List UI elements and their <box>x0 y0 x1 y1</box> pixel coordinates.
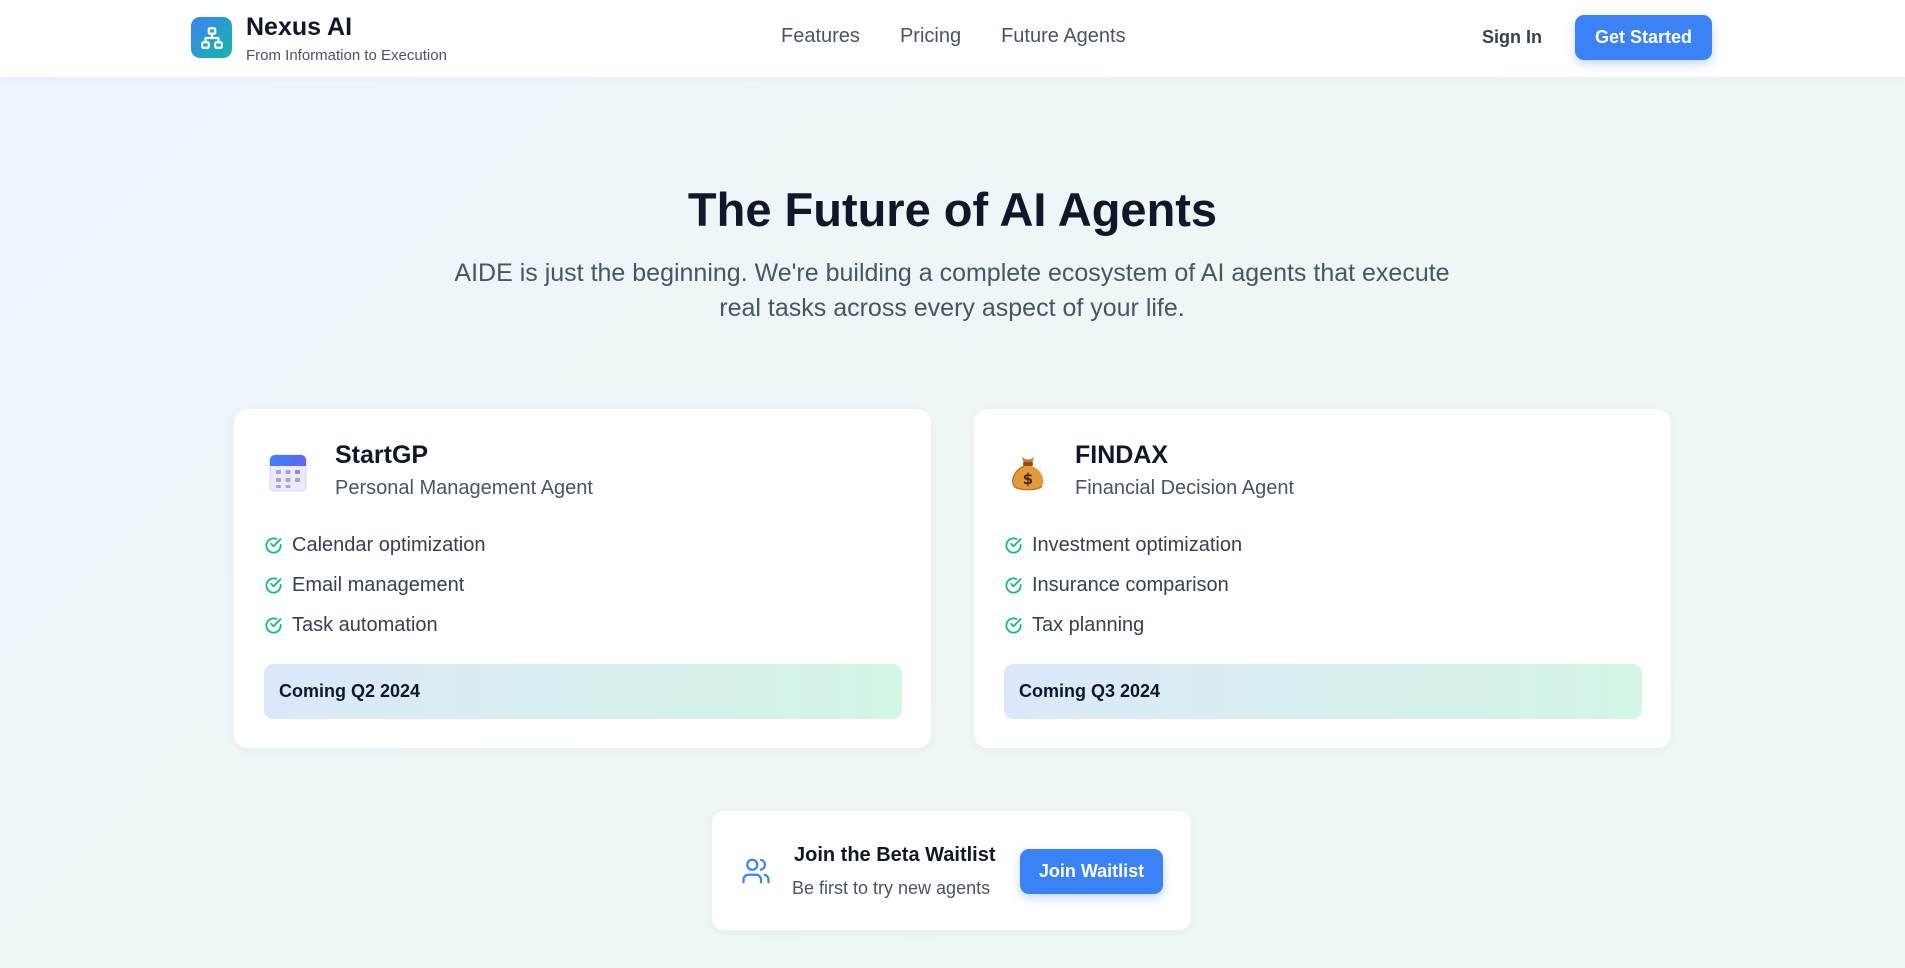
check-circle-icon <box>265 577 282 593</box>
nav-link-future-agents[interactable]: Future Agents <box>1001 25 1126 48</box>
feature-list: Calendar optimization Email management T… <box>264 525 485 645</box>
get-started-button[interactable]: Get Started <box>1575 15 1712 60</box>
feature-label: Calendar optimization <box>292 533 486 556</box>
agent-subtitle: Personal Management Agent <box>335 477 593 499</box>
brand-name[interactable]: Nexus AI <box>246 13 352 42</box>
check-circle-icon <box>265 537 282 553</box>
agent-name: FINDAX <box>1075 441 1169 469</box>
agent-name: StartGP <box>335 441 429 469</box>
calendar-icon <box>268 451 308 493</box>
feature-item: Tax planning <box>1004 605 1242 645</box>
svg-text:$: $ <box>1023 470 1033 488</box>
waitlist-subtitle: Be first to try new agents <box>792 878 991 898</box>
hero-subtitle: AIDE is just the beginning. We're buildi… <box>454 259 1450 322</box>
feature-item: Insurance comparison <box>1004 565 1242 605</box>
agent-card-findax: $ FINDAX Financial Decision Agent Invest… <box>973 408 1672 749</box>
agent-subtitle: Financial Decision Agent <box>1075 477 1295 499</box>
check-circle-icon <box>265 617 282 633</box>
main-nav: Features Pricing Future Agents <box>781 25 1126 48</box>
release-status-banner: Coming Q2 2024 <box>264 664 902 719</box>
join-waitlist-button[interactable]: Join Waitlist <box>1020 849 1163 894</box>
feature-label: Email management <box>292 573 465 596</box>
check-circle-icon <box>1005 617 1022 633</box>
feature-list: Investment optimization Insurance compar… <box>1004 525 1242 645</box>
nav-link-features[interactable]: Features <box>781 25 860 48</box>
feature-item: Calendar optimization <box>264 525 485 565</box>
money-bag-icon: $ <box>1008 451 1048 493</box>
agent-card-startgp: StartGP Personal Management Agent Calend… <box>233 408 932 749</box>
feature-label: Tax planning <box>1032 613 1145 636</box>
feature-item: Email management <box>264 565 485 605</box>
users-icon <box>742 858 770 884</box>
brand-tagline: From Information to Execution <box>246 47 447 64</box>
check-circle-icon <box>1005 577 1022 593</box>
site-header: Nexus AI From Information to Execution F… <box>0 0 1905 78</box>
feature-label: Task automation <box>292 613 438 636</box>
hero-title: The Future of AI Agents <box>687 183 1218 236</box>
feature-item: Investment optimization <box>1004 525 1242 565</box>
feature-label: Insurance comparison <box>1032 573 1229 596</box>
waitlist-panel: Join the Beta Waitlist Be first to try n… <box>711 810 1192 931</box>
check-circle-icon <box>1005 537 1022 553</box>
waitlist-title: Join the Beta Waitlist <box>794 844 996 866</box>
logo[interactable] <box>191 17 232 58</box>
release-status-banner: Coming Q3 2024 <box>1004 664 1642 719</box>
nav-link-pricing[interactable]: Pricing <box>900 25 961 48</box>
feature-label: Investment optimization <box>1032 533 1243 556</box>
sign-in-link[interactable]: Sign In <box>1482 27 1542 48</box>
sitemap-icon <box>200 26 223 49</box>
feature-item: Task automation <box>264 605 485 645</box>
